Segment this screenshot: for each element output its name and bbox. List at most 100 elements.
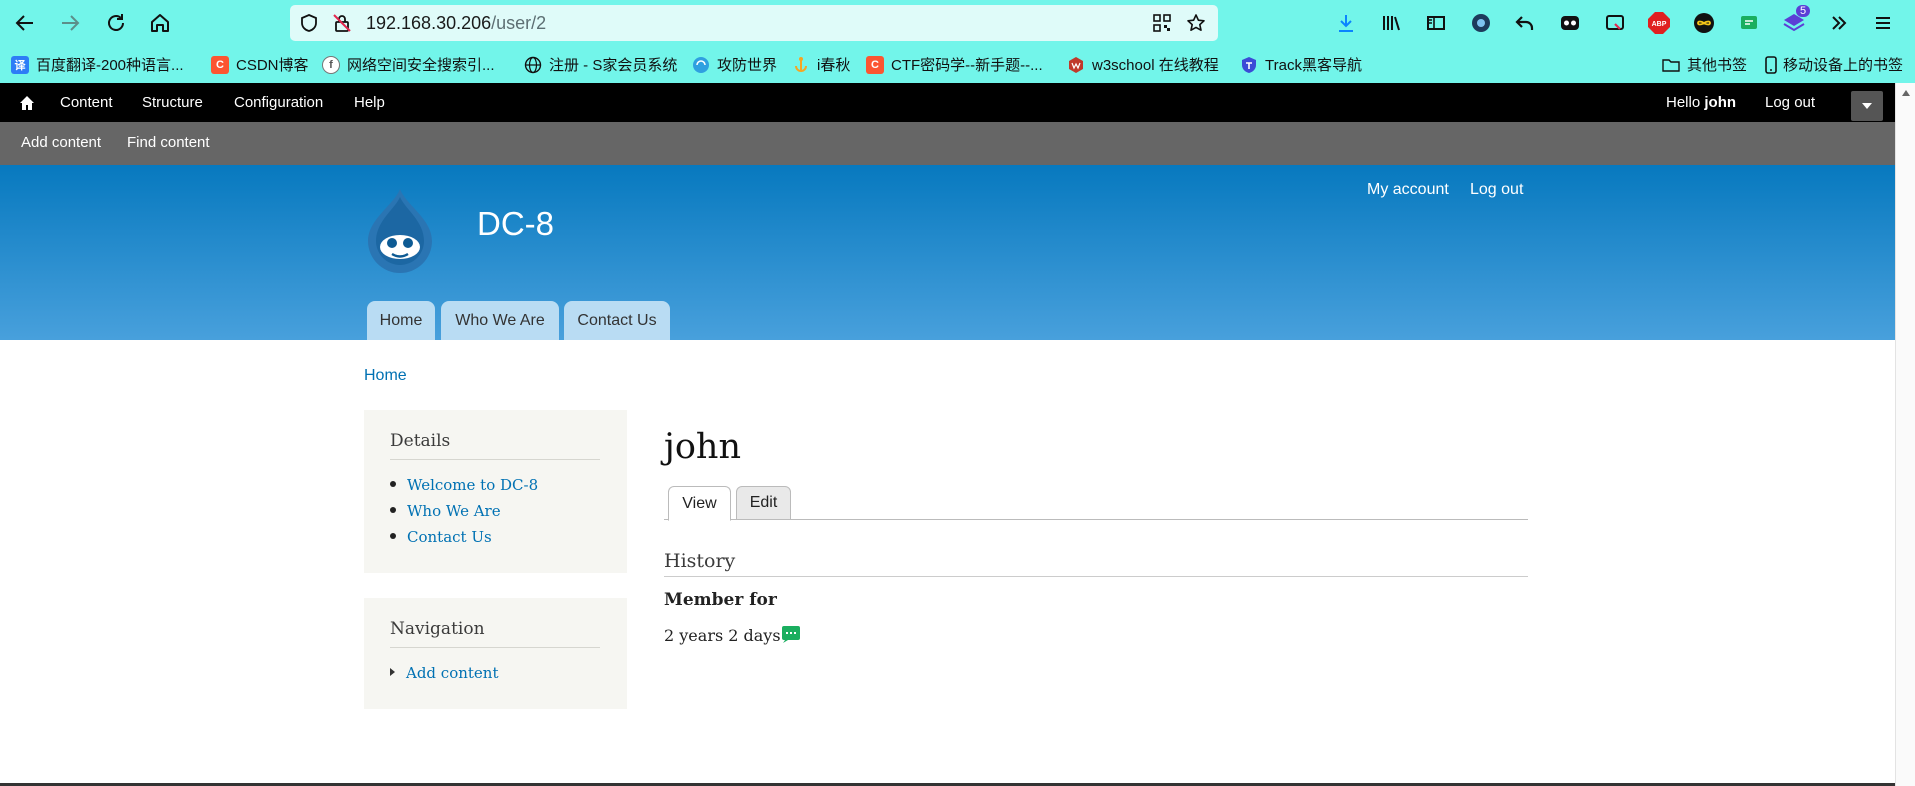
member-for-value: 2 years 2 days bbox=[664, 626, 781, 645]
forward-button[interactable] bbox=[56, 9, 84, 37]
double-chevron-icon bbox=[1832, 16, 1847, 30]
bookmark-star-icon[interactable] bbox=[1186, 13, 1206, 33]
bookmarks-bar: 译 百度翻译-200种语言... C CSDN博客 f 网络空间安全搜索引...… bbox=[0, 50, 1915, 80]
details-link-label: Who We Are bbox=[407, 502, 501, 520]
bookmark-item[interactable]: f 网络空间安全搜索引... bbox=[322, 54, 495, 75]
bookmark-item[interactable]: i春秋 bbox=[792, 54, 850, 75]
reload-button[interactable] bbox=[102, 9, 130, 37]
hello-text: Hello bbox=[1666, 94, 1705, 111]
anchor-icon bbox=[795, 56, 807, 72]
toolbar-home-icon[interactable] bbox=[18, 94, 36, 112]
toolbar-item-help[interactable]: Help bbox=[354, 94, 385, 111]
library-button[interactable] bbox=[1378, 10, 1404, 36]
adblock-button[interactable]: ABP bbox=[1646, 10, 1672, 36]
other-bookmarks-folder[interactable]: 其他书签 bbox=[1662, 54, 1747, 75]
sidebar-toggle-button[interactable] bbox=[1423, 10, 1449, 36]
bookmark-label: CSDN博客 bbox=[236, 57, 309, 74]
folder-icon bbox=[1662, 58, 1680, 72]
bookmark-item[interactable]: Track黑客导航 bbox=[1240, 54, 1362, 75]
infinity-extension-icon bbox=[1694, 13, 1714, 33]
details-link-contact-us[interactable]: Contact Us bbox=[390, 526, 538, 552]
scroll-up-arrow-icon[interactable] bbox=[1901, 89, 1911, 97]
bookmark-item[interactable]: w3school 在线教程 bbox=[1067, 54, 1219, 75]
more-tools-button[interactable] bbox=[1826, 10, 1852, 36]
collapsed-triangle-icon bbox=[390, 668, 395, 676]
home-icon bbox=[151, 14, 169, 32]
drupal-drop-logo-icon[interactable] bbox=[362, 187, 438, 273]
toolbar-drawer-toggle[interactable] bbox=[1851, 91, 1883, 121]
caret-down-icon bbox=[1862, 103, 1872, 109]
tabs-divider bbox=[664, 519, 1528, 520]
my-account-link[interactable]: My account bbox=[1367, 181, 1449, 199]
toolbar-item-structure[interactable]: Structure bbox=[142, 94, 203, 111]
other-bookmarks-label: 其他书签 bbox=[1687, 57, 1748, 74]
toolbar-greeting: Hello john bbox=[1666, 94, 1736, 111]
bookmark-item[interactable]: 注册 - S家会员系统 bbox=[524, 54, 677, 75]
toolbar-user-link[interactable]: john bbox=[1704, 94, 1736, 111]
undo-extension-button[interactable] bbox=[1512, 10, 1538, 36]
page-scrollbar[interactable] bbox=[1895, 83, 1915, 786]
mobile-bookmarks-label: 移动设备上的书签 bbox=[1783, 57, 1904, 74]
toolbar-item-configuration[interactable]: Configuration bbox=[234, 94, 323, 111]
csdn-icon: C bbox=[866, 55, 884, 74]
back-button[interactable] bbox=[11, 9, 39, 37]
navigation-link-add-content[interactable]: Add content bbox=[390, 662, 499, 688]
globe-icon bbox=[524, 56, 542, 73]
details-link-welcome[interactable]: Welcome to DC-8 bbox=[390, 474, 538, 500]
bookmark-item[interactable]: C CTF密码学--新手题--... bbox=[866, 54, 1043, 75]
main-menu-home[interactable]: Home bbox=[367, 301, 435, 340]
shortcut-add-content[interactable]: Add content bbox=[21, 134, 101, 151]
extension-3-button[interactable] bbox=[1602, 10, 1628, 36]
toolbar-item-content[interactable]: Content bbox=[60, 94, 113, 111]
bookmark-label: 攻防世界 bbox=[717, 57, 778, 74]
header-logout-link[interactable]: Log out bbox=[1470, 181, 1523, 199]
download-icon bbox=[1339, 15, 1353, 32]
bookmark-label: i春秋 bbox=[817, 57, 851, 74]
tab-view[interactable]: View bbox=[668, 486, 731, 521]
mask-extension-icon bbox=[1561, 16, 1579, 30]
main-menu-contact-us[interactable]: Contact Us bbox=[564, 301, 670, 340]
extension-2-button[interactable] bbox=[1557, 10, 1583, 36]
undo-arrow-icon bbox=[1515, 16, 1534, 30]
page-title: john bbox=[664, 427, 742, 467]
screen-capture-icon bbox=[1606, 15, 1624, 30]
extension-5-button[interactable] bbox=[1736, 10, 1762, 36]
app-menu-button[interactable] bbox=[1870, 10, 1896, 36]
green-chat-overlay-icon[interactable] bbox=[781, 624, 801, 644]
url-bar[interactable]: 192.168.30.206/user/2 bbox=[290, 5, 1218, 41]
main-menu-who-we-are[interactable]: Who We Are bbox=[441, 301, 559, 340]
mobile-bookmarks-folder[interactable]: 移动设备上的书签 bbox=[1762, 54, 1903, 75]
extension-6-button[interactable]: 5 bbox=[1781, 5, 1811, 36]
member-for-row: 2 years 2 days bbox=[664, 621, 806, 645]
hamburger-icon bbox=[1876, 17, 1890, 29]
back-arrow-icon bbox=[15, 15, 33, 31]
shield-icon[interactable] bbox=[299, 13, 319, 33]
toolbar-logout-link[interactable]: Log out bbox=[1765, 94, 1815, 111]
shortcut-find-content[interactable]: Find content bbox=[127, 134, 210, 151]
insecure-lock-icon[interactable] bbox=[332, 13, 352, 33]
url-path: /user/2 bbox=[491, 13, 547, 33]
home-button[interactable] bbox=[146, 9, 174, 37]
url-text[interactable]: 192.168.30.206/user/2 bbox=[366, 13, 546, 34]
site-name[interactable]: DC-8 bbox=[477, 205, 554, 243]
extension-1-button[interactable] bbox=[1468, 10, 1494, 36]
tab-edit[interactable]: Edit bbox=[736, 486, 791, 520]
admin-toolbar: Content Structure Configuration Help Hel… bbox=[0, 83, 1895, 122]
bookmark-item[interactable]: C CSDN博客 bbox=[211, 54, 309, 75]
bookmark-item[interactable]: 攻防世界 bbox=[692, 54, 777, 75]
extension-4-button[interactable] bbox=[1691, 10, 1717, 36]
bullet-icon bbox=[390, 533, 396, 539]
details-block: Details Welcome to DC-8 Who We Are Conta… bbox=[364, 410, 627, 573]
qr-code-icon[interactable] bbox=[1152, 13, 1172, 33]
track-shield-icon bbox=[1242, 56, 1256, 73]
bookmark-item[interactable]: 译 百度翻译-200种语言... bbox=[11, 54, 184, 75]
bookmark-label: 网络空间安全搜索引... bbox=[347, 57, 495, 74]
bookmark-label: CTF密码学--新手题--... bbox=[891, 57, 1043, 74]
breadcrumb-home-link[interactable]: Home bbox=[364, 367, 407, 385]
bookmark-label: 百度翻译-200种语言... bbox=[36, 57, 184, 74]
details-link-who-we-are[interactable]: Who We Are bbox=[390, 500, 538, 526]
csdn-icon: C bbox=[211, 55, 229, 74]
extension-badge: 5 bbox=[1796, 5, 1811, 17]
downloads-button[interactable] bbox=[1333, 10, 1359, 36]
bookmark-label: w3school 在线教程 bbox=[1092, 57, 1219, 74]
